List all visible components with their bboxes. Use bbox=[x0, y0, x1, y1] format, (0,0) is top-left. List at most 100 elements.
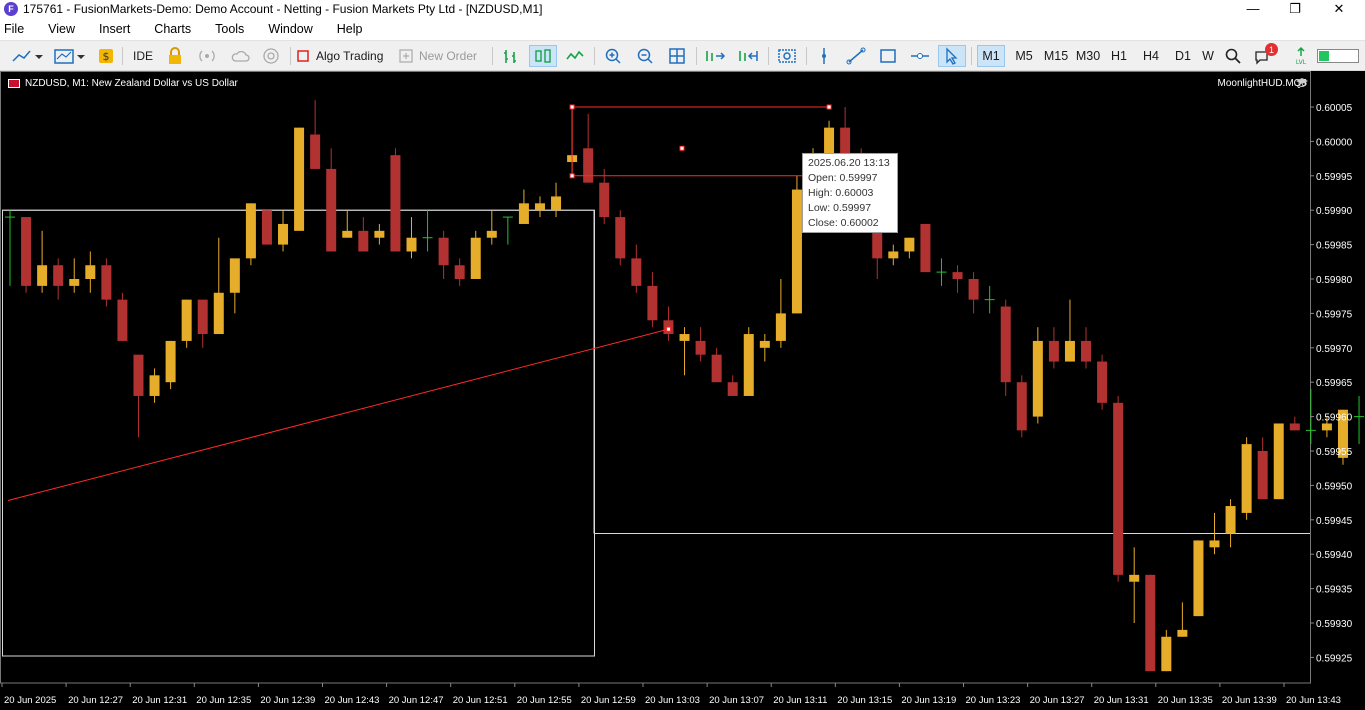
time-axis-label: 20 Jun 13:03 bbox=[645, 695, 700, 706]
bar-chart-icon[interactable] bbox=[498, 45, 524, 67]
timeframe-m5[interactable]: M5 bbox=[1010, 45, 1038, 67]
drawing-anchor-point bbox=[665, 326, 671, 332]
menu-window[interactable]: Window bbox=[256, 22, 324, 36]
menu-tools[interactable]: Tools bbox=[203, 22, 256, 36]
candle-body bbox=[840, 127, 851, 156]
candles-icon[interactable] bbox=[529, 45, 557, 67]
price-axis-label: 0.59985 bbox=[1316, 241, 1353, 252]
signal-strength-icon[interactable]: LVL bbox=[1290, 45, 1312, 67]
price-axis-label: 0.59980 bbox=[1316, 275, 1353, 286]
candle-body bbox=[53, 265, 64, 286]
candle-body bbox=[599, 182, 610, 218]
timeframe-m30[interactable]: M30 bbox=[1073, 45, 1103, 67]
candle-body bbox=[551, 196, 562, 211]
time-axis-label: 20 Jun 12:39 bbox=[260, 695, 315, 706]
signal-icon[interactable] bbox=[196, 45, 218, 67]
candle-body bbox=[1064, 340, 1075, 362]
timeframe-w1[interactable]: W bbox=[1200, 45, 1216, 67]
price-axis-label: 0.59945 bbox=[1316, 516, 1353, 527]
candle-body bbox=[101, 265, 112, 300]
timeframe-h1[interactable]: H1 bbox=[1106, 45, 1132, 67]
candle-body bbox=[727, 382, 738, 396]
candle-body bbox=[69, 279, 80, 286]
new-order-button[interactable]: New Order bbox=[398, 45, 486, 67]
candle-body bbox=[647, 285, 658, 321]
price-axis-label: 0.59990 bbox=[1316, 206, 1353, 217]
candle-body bbox=[952, 272, 963, 279]
tooltip-time: 2025.06.20 13:13 bbox=[808, 157, 890, 169]
menu-insert[interactable]: Insert bbox=[87, 22, 142, 36]
trendline-icon[interactable] bbox=[843, 45, 869, 67]
price-axis-label: 0.59960 bbox=[1316, 413, 1353, 424]
line-chart-icon[interactable] bbox=[8, 45, 46, 67]
drawing-anchor-point bbox=[569, 173, 575, 179]
crosshair-icon[interactable] bbox=[812, 45, 836, 67]
time-axis-label: 20 Jun 12:43 bbox=[325, 695, 380, 706]
svg-text:LVL: LVL bbox=[1296, 59, 1307, 66]
time-axis-label: 20 Jun 13:11 bbox=[773, 695, 827, 706]
hline-icon[interactable] bbox=[907, 45, 933, 67]
candle-body bbox=[1097, 361, 1108, 403]
dollar-icon[interactable]: $ bbox=[95, 45, 117, 67]
shift-icon[interactable] bbox=[734, 45, 762, 67]
candle-body bbox=[695, 340, 706, 355]
zoom-in-icon[interactable] bbox=[600, 45, 626, 67]
candle-body bbox=[679, 334, 690, 341]
new-order-label: New Order bbox=[419, 49, 478, 63]
timeframe-m1[interactable]: M1 bbox=[977, 45, 1005, 67]
candle-body bbox=[117, 299, 128, 341]
chart-template-icon[interactable] bbox=[50, 45, 88, 67]
cloud-icon[interactable] bbox=[228, 45, 252, 67]
chart-symbol-header: NZDUSD, M1: New Zealand Dollar vs US Dol… bbox=[8, 78, 238, 89]
screenshot-icon[interactable] bbox=[774, 45, 800, 67]
time-axis-label: 20 Jun 13:43 bbox=[1286, 695, 1341, 706]
timeframe-d1[interactable]: D1 bbox=[1170, 45, 1196, 67]
time-axis-label: 20 Jun 13:31 bbox=[1094, 695, 1149, 706]
candle-body bbox=[743, 334, 754, 396]
menu-help[interactable]: Help bbox=[325, 22, 375, 36]
timeframe-h4[interactable]: H4 bbox=[1138, 45, 1164, 67]
vps-icon[interactable] bbox=[260, 45, 282, 67]
tooltip-low: Low: 0.59997 bbox=[808, 202, 872, 214]
menu-file[interactable]: File bbox=[0, 22, 36, 36]
scroll-icon[interactable] bbox=[701, 45, 729, 67]
candle-body bbox=[1177, 629, 1188, 637]
ide-button[interactable]: IDE bbox=[128, 45, 158, 67]
candle-body bbox=[1048, 340, 1059, 362]
tooltip-open: Open: 0.59997 bbox=[808, 172, 878, 184]
minimize-button[interactable]: — bbox=[1230, 0, 1276, 17]
candle-body bbox=[759, 340, 770, 348]
algo-trading-button[interactable]: Algo Trading bbox=[296, 45, 392, 67]
toolbar: $ IDE Algo Trading New Order M1 M5 M15 M… bbox=[0, 41, 1365, 71]
candle-body bbox=[1161, 636, 1172, 672]
candle-body bbox=[1081, 340, 1092, 362]
rectangle-icon[interactable] bbox=[875, 45, 901, 67]
close-button[interactable]: ✕ bbox=[1316, 0, 1362, 17]
price-chart[interactable]: 0.60005 0.60000 0.59995 0.59990 0.59985 0.599… bbox=[0, 71, 1365, 710]
new-order-icon bbox=[399, 49, 413, 63]
candle-body bbox=[37, 265, 48, 286]
chat-icon[interactable]: 1 bbox=[1252, 43, 1280, 67]
time-axis-label: 20 Jun 12:55 bbox=[517, 695, 572, 706]
candle-body bbox=[1193, 540, 1204, 617]
cursor-icon[interactable] bbox=[938, 45, 966, 67]
plot-frame bbox=[0, 71, 1311, 684]
lock-icon[interactable] bbox=[164, 45, 186, 67]
menu-bar: File View Insert Charts Tools Window Hel… bbox=[0, 17, 1365, 41]
menu-view[interactable]: View bbox=[36, 22, 87, 36]
price-axis-label: 0.59970 bbox=[1316, 344, 1353, 355]
zoom-out-icon[interactable] bbox=[632, 45, 658, 67]
candle-body bbox=[21, 217, 32, 286]
line-icon[interactable] bbox=[562, 45, 588, 67]
search-icon[interactable] bbox=[1222, 45, 1244, 67]
chart-window[interactable]: 0.60005 0.60000 0.59995 0.59990 0.59985 0.599… bbox=[0, 71, 1365, 710]
time-axis-label: 20 Jun 12:51 bbox=[453, 695, 508, 706]
candle-body bbox=[1257, 451, 1268, 500]
candle-body bbox=[1225, 506, 1236, 534]
tile-icon[interactable] bbox=[664, 45, 690, 67]
candle-body bbox=[775, 313, 786, 341]
timeframe-m15[interactable]: M15 bbox=[1041, 45, 1071, 67]
time-axis-label: 20 Jun 12:47 bbox=[389, 695, 444, 706]
menu-charts[interactable]: Charts bbox=[142, 22, 203, 36]
maximize-button[interactable]: ❐ bbox=[1272, 0, 1318, 17]
